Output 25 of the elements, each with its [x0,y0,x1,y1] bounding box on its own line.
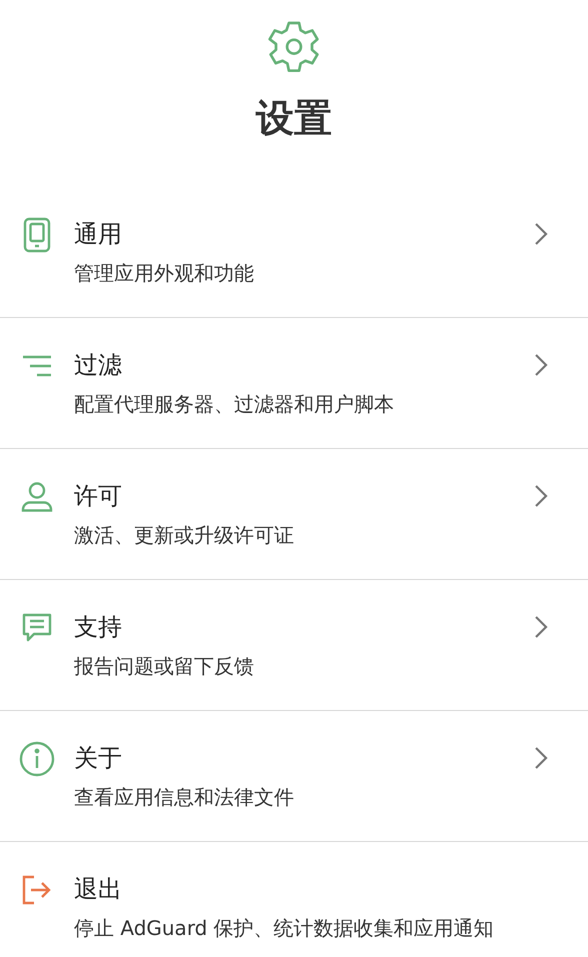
settings-item[interactable]: 退出 停止 AdGuard 保护、统计数据收集和应用通知 [0,842,588,957]
settings-item[interactable]: 过滤 配置代理服务器、过滤器和用户脚本 [0,318,588,449]
filter-icon [22,354,52,378]
item-subtitle: 报告问题或留下反馈 [74,653,255,680]
person-icon [21,482,53,512]
settings-item[interactable]: 关于 查看应用信息和法律文件 [0,711,588,842]
item-title: 支持 [74,612,123,643]
chat-icon [21,612,53,644]
exit-icon [22,875,52,905]
phone-icon [23,217,51,253]
item-subtitle: 查看应用信息和法律文件 [74,784,295,811]
settings-item[interactable]: 许可 激活、更新或升级许可证 [0,449,588,580]
item-subtitle: 激活、更新或升级许可证 [74,522,295,549]
item-title: 关于 [74,743,123,774]
page-title: 设置 [256,95,332,141]
item-subtitle: 配置代理服务器、过滤器和用户脚本 [74,391,395,418]
item-subtitle: 管理应用外观和功能 [74,260,255,287]
item-title: 退出 [74,874,123,905]
item-title: 过滤 [74,350,123,381]
item-title: 许可 [74,481,123,512]
item-subtitle: 停止 AdGuard 保护、统计数据收集和应用通知 [74,915,495,942]
settings-item[interactable]: 支持 报告问题或留下反馈 [0,580,588,711]
settings-item[interactable]: 通用 管理应用外观和功能 [0,187,588,318]
info-icon [19,741,55,777]
item-title: 通用 [74,219,123,250]
